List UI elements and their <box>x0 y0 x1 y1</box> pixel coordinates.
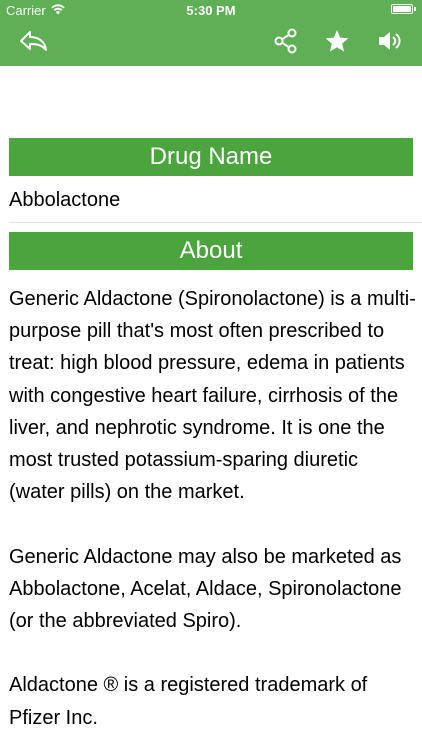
divider <box>9 222 422 223</box>
status-right <box>391 4 416 14</box>
back-button[interactable] <box>14 20 54 66</box>
status-bar: Carrier 5:30 PM <box>0 0 422 20</box>
share-icon <box>273 28 299 59</box>
status-time: 5:30 PM <box>186 3 236 18</box>
drug-name-value: Abbolactone <box>9 189 121 211</box>
about-text: Generic Aldactone (Spironolactone) is a … <box>9 288 416 729</box>
battery-tip <box>414 7 416 11</box>
speak-button[interactable] <box>370 20 410 66</box>
star-icon <box>324 28 350 59</box>
speaker-icon <box>376 28 404 59</box>
back-arrow-icon <box>19 28 49 59</box>
about-header: About <box>9 232 413 270</box>
battery-full-icon <box>391 4 413 14</box>
nav-bar <box>0 20 422 66</box>
favorite-button[interactable] <box>317 20 357 66</box>
drug-name-header: Drug Name <box>9 138 413 176</box>
share-button[interactable] <box>266 20 306 66</box>
